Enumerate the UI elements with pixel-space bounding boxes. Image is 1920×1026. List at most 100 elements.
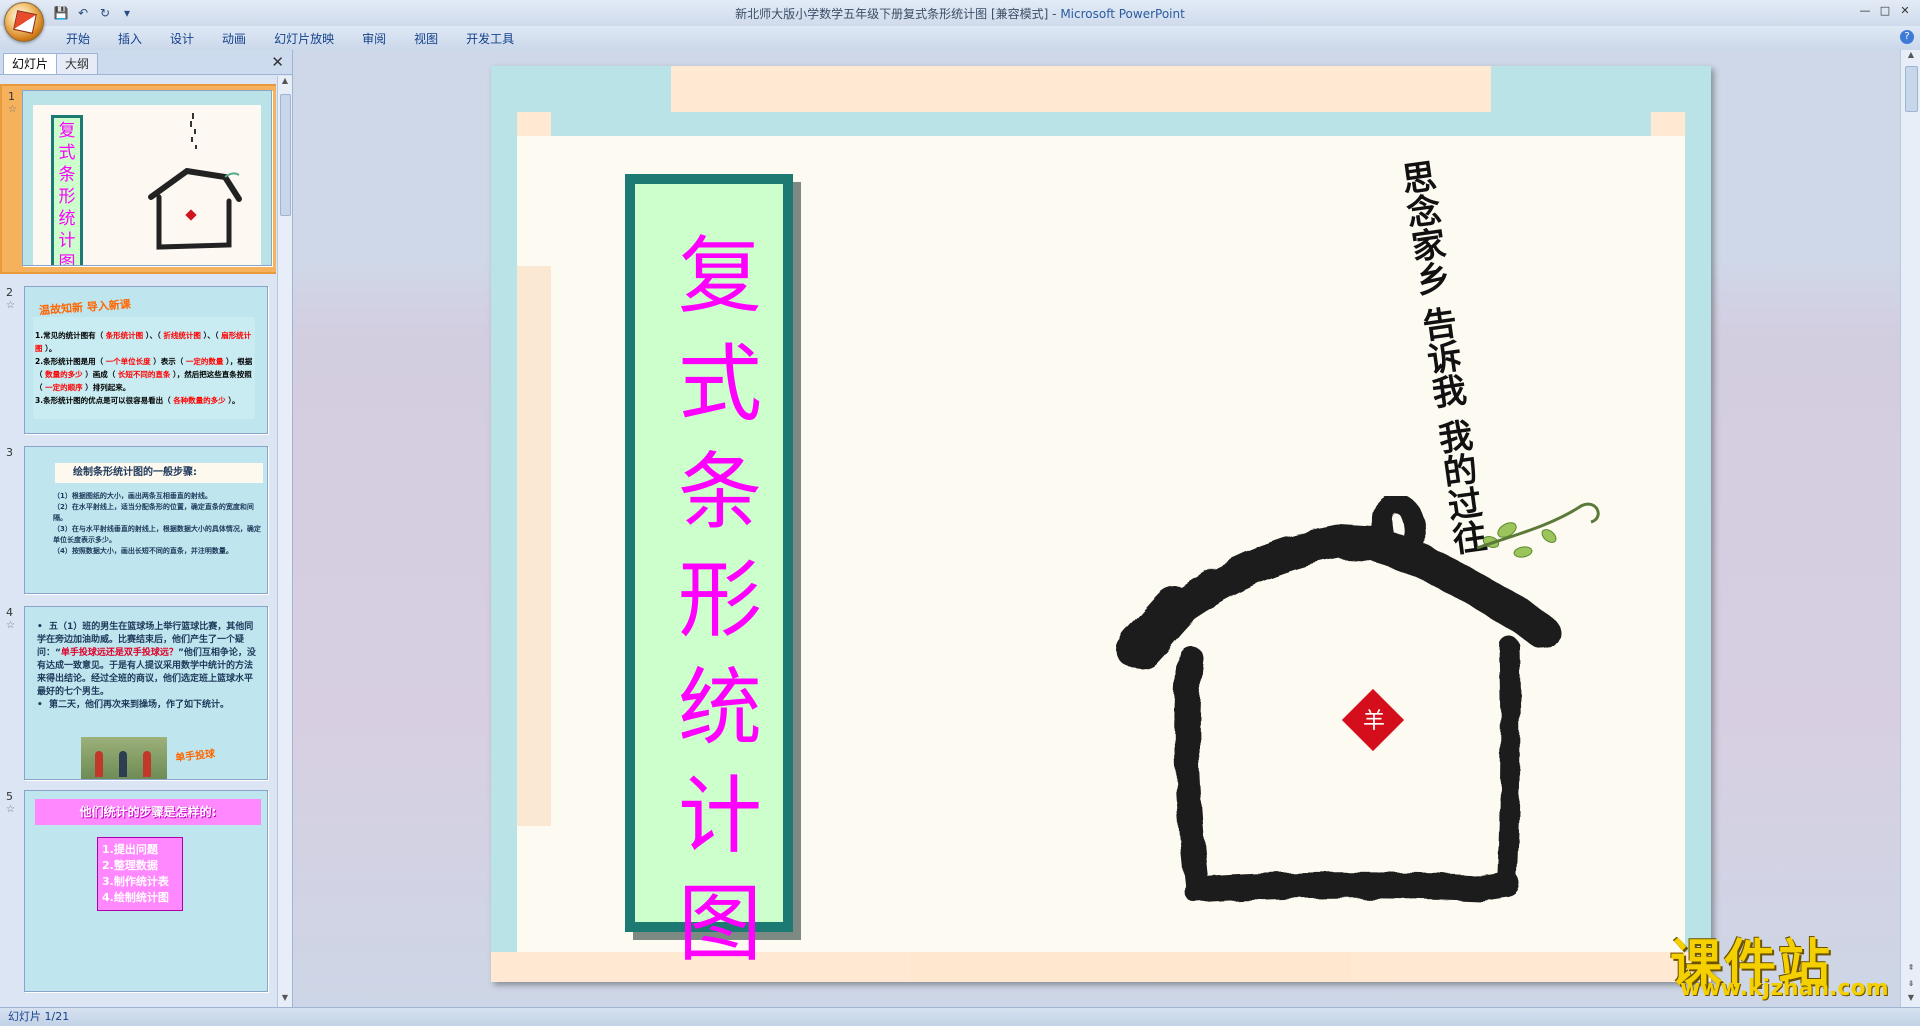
tab-outline-pane[interactable]: 大纲 (56, 53, 99, 74)
editor-scrollbar[interactable]: ▲ ⇞ ⇟ ▼ (1900, 50, 1920, 1007)
decor-band (551, 112, 1651, 136)
minimize-button[interactable]: — (1856, 2, 1874, 18)
slides-panel: 幻灯片 大纲 ✕ 1 ☆ 复 式 条 形 统 计 图 2 ☆ 温故知新 导入新课… (0, 50, 293, 1007)
thumb-line: 1.常见的统计图有（ 条形统计图 ）、（ 折线统计图 ）、（ 扇形统计图 ）。 (35, 331, 252, 353)
title-char: 图 (58, 253, 76, 266)
title-char: 复 (677, 227, 762, 325)
animation-star-icon: ☆ (6, 620, 15, 631)
slide-number: 3 (6, 446, 13, 459)
thumb-list: 1.提出问题 2.整理数据 3.制作统计表 4.绘制统计图 (97, 837, 183, 911)
tab-home[interactable]: 开始 (52, 26, 104, 51)
decor-band (517, 266, 551, 826)
window-controls: — □ ✕ (1856, 2, 1914, 18)
slide-thumbnail-4[interactable]: 4 ☆ • 五（1）班的男生在篮球场上举行篮球比赛，其他同学在旁边加油助威。比赛… (0, 602, 276, 782)
decor-band (911, 952, 1351, 982)
thumb-title: 绘制条形统计图的一般步骤: (55, 463, 263, 483)
tab-slideshow[interactable]: 幻灯片放映 (260, 26, 348, 51)
tab-insert[interactable]: 插入 (104, 26, 156, 51)
scroll-up-icon[interactable]: ▲ (1901, 50, 1920, 64)
slide-thumbnail-2[interactable]: 2 ☆ 温故知新 导入新课 1.常见的统计图有（ 条形统计图 ）、（ 折线统计图… (0, 282, 276, 438)
list-item: 2.整理数据 (102, 859, 158, 872)
title-char: 计 (58, 231, 76, 251)
slide-number: 4 (6, 606, 13, 619)
status-bar: 幻灯片 1/21 (0, 1007, 1920, 1026)
watermark-url: www.kjzhan.com (1680, 976, 1889, 1001)
window-title: 新北师大版小学数学五年级下册复式条形统计图 [兼容模式] - Microsoft… (0, 5, 1920, 22)
scrollbar-thumb[interactable] (280, 94, 291, 216)
office-logo-icon (13, 10, 37, 34)
decor-band (491, 66, 517, 982)
tab-slides-pane[interactable]: 幻灯片 (3, 53, 58, 74)
title-char: 式 (677, 335, 762, 433)
slide-thumbnail-1[interactable]: 1 ☆ 复 式 条 形 统 计 图 (0, 84, 276, 274)
house-illustration (148, 113, 242, 250)
title-char: 统 (58, 209, 76, 229)
svg-text:羊: 羊 (1363, 709, 1385, 734)
ribbon-tabs: 开始 插入 设计 动画 幻灯片放映 审阅 视图 开发工具 ? (0, 26, 1920, 51)
app-name: Microsoft PowerPoint (1060, 7, 1185, 21)
title-char: 形 (677, 551, 762, 649)
decor-band (261, 105, 271, 265)
list-item: 3.制作统计表 (102, 875, 169, 888)
current-slide[interactable]: 复 式 条 形 统 计 图 思念家乡 告诉我 我的过往 羊 (491, 66, 1711, 982)
title-char: 式 (58, 143, 76, 163)
tab-design[interactable]: 设计 (156, 26, 208, 51)
decor-band (671, 66, 1491, 112)
slide-counter: 幻灯片 1/21 (8, 1010, 70, 1023)
title-bar: 💾 ↶ ↻ ▾ 新北师大版小学数学五年级下册复式条形统计图 [兼容模式] - M… (0, 0, 1920, 27)
title-char: 条 (58, 165, 76, 185)
help-icon[interactable]: ? (1900, 30, 1914, 44)
slide-title: 复 式 条 形 统 计 图 (675, 222, 765, 978)
title-char: 形 (58, 187, 76, 207)
thumb-line: 2.条形统计图是用（ 一个单位长度 ）表示（ 一定的数量 ），根据（ 数量的多少… (35, 357, 253, 392)
thumb-line: （4）按照数据大小，画出长短不同的直条，并注明数量。 (53, 547, 233, 555)
thumbnails-scrollbar[interactable]: ▲ ▼ (277, 76, 292, 1007)
slide-thumbnail-3[interactable]: 3 绘制条形统计图的一般步骤: （1）根据图纸的大小，画出两条互相垂直的射线。 … (0, 442, 276, 598)
thumb-line: （1）根据图纸的大小，画出两条互相垂直的射线。 (53, 492, 212, 500)
thumb-body: • 五（1）班的男生在篮球场上举行篮球比赛，其他同学在旁边加油助威。比赛结束后，… (37, 621, 257, 712)
title-char: 统 (677, 659, 762, 757)
thumb-body: （1）根据图纸的大小，画出两条互相垂直的射线。 （2）在水平射线上，适当分配条形… (53, 491, 261, 557)
office-button[interactable] (4, 2, 44, 42)
tab-animation[interactable]: 动画 (208, 26, 260, 51)
decor-band (23, 105, 33, 265)
slide-thumbnails: 1 ☆ 复 式 条 形 统 计 图 2 ☆ 温故知新 导入新课 1.常见的统计图… (0, 76, 276, 1007)
title-separator: - (1048, 7, 1061, 21)
thumbnail-canvas: 复 式 条 形 统 计 图 (22, 90, 272, 266)
slide-title-box[interactable]: 复 式 条 形 统 计 图 (625, 174, 793, 973)
list-item: 1.提出问题 (102, 843, 158, 856)
thumb-paragraph: • 第二天，他们再次来到操场，作了如下统计。 (37, 700, 230, 710)
scrollbar-thumb[interactable] (1905, 66, 1918, 112)
site-watermark: 课件站 www.kjzhan.com (1660, 922, 1908, 1001)
list-item: 4.绘制统计图 (102, 891, 169, 904)
title-char: 计 (677, 767, 762, 865)
slide-number: 2 (6, 286, 13, 299)
thumbnail-canvas: 温故知新 导入新课 1.常见的统计图有（ 条形统计图 ）、（ 折线统计图 ）、（… (24, 286, 268, 434)
scroll-down-icon[interactable]: ▼ (278, 993, 292, 1007)
maximize-button[interactable]: □ (1876, 2, 1894, 18)
thumb-line: 3.条形统计图的优点是可以很容易看出（ 各种数量的多少 ）。 (35, 396, 240, 405)
close-button[interactable]: ✕ (1896, 2, 1914, 18)
tab-review[interactable]: 审阅 (348, 26, 400, 51)
thumb-paragraph: • 五（1）班的男生在篮球场上举行篮球比赛，其他同学在旁边加油助威。比赛结束后，… (37, 622, 256, 697)
close-pane-icon[interactable]: ✕ (271, 53, 284, 71)
thumbnail-canvas: 绘制条形统计图的一般步骤: （1）根据图纸的大小，画出两条互相垂直的射线。 （2… (24, 446, 268, 594)
title-char: 复 (58, 121, 76, 141)
red-seal: 羊 (1341, 688, 1405, 752)
title-char: 条 (677, 443, 762, 541)
thumb-line: （3）在与水平射线垂直的射线上，根据数据大小的具体情况，确定单位长度表示多少。 (53, 525, 261, 544)
document-title: 新北师大版小学数学五年级下册复式条形统计图 [兼容模式] (735, 7, 1049, 21)
slide-number: 1 (8, 90, 15, 103)
leaves (1482, 522, 1557, 558)
panel-tabs: 幻灯片 大纲 ✕ (0, 50, 292, 75)
tab-developer[interactable]: 开发工具 (452, 26, 528, 51)
tab-view[interactable]: 视图 (400, 26, 452, 51)
slide-thumbnail-5[interactable]: 5 ☆ 他们统计的步骤是怎样的: 1.提出问题 2.整理数据 3.制作统计表 4… (0, 786, 276, 1006)
thumb-title: 他们统计的步骤是怎样的: (35, 799, 261, 825)
animation-star-icon: ☆ (6, 300, 15, 311)
scroll-up-icon[interactable]: ▲ (278, 76, 292, 90)
animation-star-icon: ☆ (6, 804, 15, 815)
animation-star-icon: ☆ (8, 104, 17, 115)
title-char: 图 (677, 875, 762, 973)
thumb-photo (81, 737, 167, 779)
